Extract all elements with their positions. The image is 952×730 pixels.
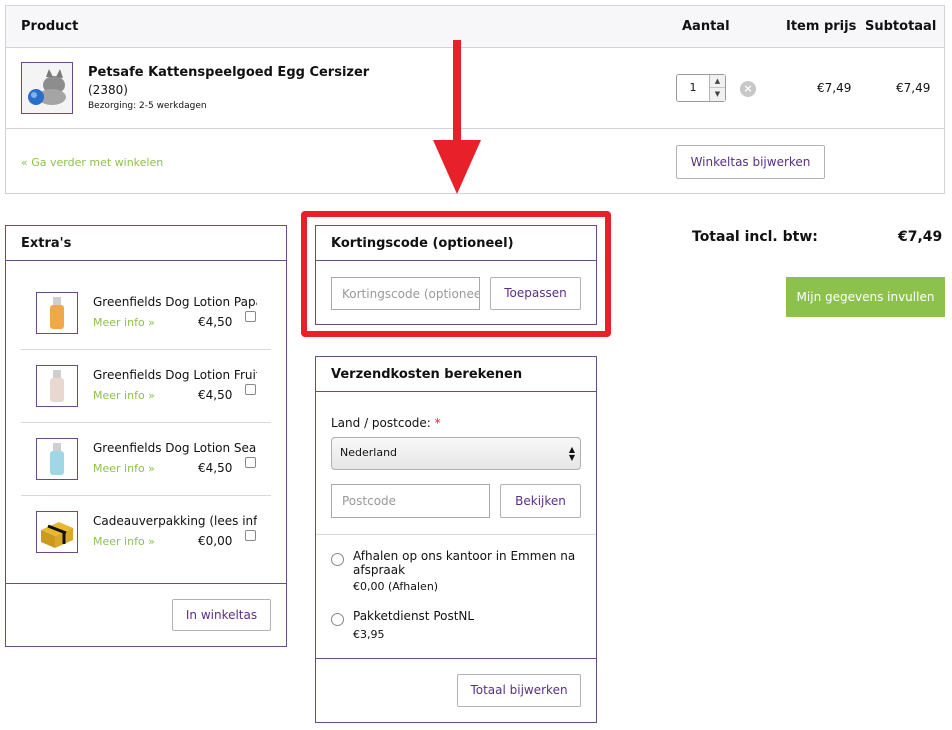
extra-checkbox[interactable] (245, 384, 256, 395)
postcode-input[interactable]: Postcode (331, 484, 490, 518)
spin-up-icon[interactable]: ▲ (710, 75, 725, 88)
extra-more-info-link[interactable]: Meer info » (93, 462, 155, 475)
total-label: Totaal incl. btw: (692, 229, 818, 245)
extra-price: €0,00 (198, 534, 233, 548)
shipping-calculator-panel: Verzendkosten berekenen Land / postcode:… (315, 356, 597, 723)
extra-price: €4,50 (198, 461, 233, 475)
extra-more-info-link[interactable]: Meer info » (93, 535, 155, 548)
extra-checkbox[interactable] (245, 311, 256, 322)
product-thumbnail[interactable] (21, 62, 73, 114)
divider (21, 495, 271, 496)
continue-shopping-link[interactable]: « Ga verder met winkelen (21, 156, 163, 169)
gift-box-image (37, 512, 77, 552)
required-mark: * (434, 416, 441, 430)
extra-name[interactable]: Greenfields Dog Lotion Fruits (93, 368, 257, 382)
cart-header-row: Product Aantal Item prijs Subtotaal (6, 6, 944, 48)
country-select[interactable]: Nederland ▲ ▼ (331, 437, 581, 470)
quantity-spinner[interactable]: ▲ ▼ (709, 75, 725, 101)
annotation-arrow-shaft (453, 40, 461, 150)
shipping-option-label[interactable]: Afhalen op ons kantoor in Emmen na afspr… (353, 549, 578, 577)
update-cart-button[interactable]: Winkeltas bijwerken (676, 145, 825, 179)
product-code: (2380) (88, 83, 128, 97)
remove-item-icon[interactable]: × (740, 81, 756, 97)
divider (316, 658, 596, 659)
extra-name[interactable]: Greenfields Dog Lotion Papaya (93, 295, 257, 309)
add-extras-to-cart-button[interactable]: In winkeltas (172, 599, 271, 631)
shipping-option-price: €3,95 (353, 628, 385, 641)
extra-checkbox[interactable] (245, 530, 256, 541)
extra-checkbox[interactable] (245, 457, 256, 468)
extra-thumbnail[interactable] (36, 365, 78, 407)
extra-thumbnail[interactable] (36, 511, 78, 553)
shipping-title: Verzendkosten berekenen (316, 357, 596, 392)
total-value: €7,49 (898, 229, 943, 245)
lotion-bottle-image (37, 366, 77, 406)
country-postcode-label: Land / postcode: * (331, 416, 441, 430)
shipping-option-label[interactable]: Pakketdienst PostNL (353, 609, 474, 623)
shipping-option-radio[interactable] (331, 613, 344, 626)
extra-name[interactable]: Greenfields Dog Lotion Sea Breeze (93, 441, 257, 455)
header-product: Product (21, 19, 79, 34)
divider (6, 583, 286, 584)
extra-more-info-link[interactable]: Meer info » (93, 389, 155, 402)
quantity-value[interactable]: 1 (677, 75, 709, 101)
extra-thumbnail[interactable] (36, 292, 78, 334)
divider (21, 349, 271, 350)
annotation-arrow-head-icon (433, 140, 481, 194)
checkout-button[interactable]: Mijn gegevens invullen (786, 277, 945, 317)
product-delivery: Bezorging: 2-5 werkdagen (88, 101, 207, 111)
lotion-bottle-image (37, 293, 77, 333)
spin-down-icon[interactable]: ▼ (710, 88, 725, 101)
select-arrows-icon: ▲ ▼ (568, 445, 575, 462)
shipping-option-radio[interactable] (331, 553, 344, 566)
update-total-button[interactable]: Totaal bijwerken (457, 674, 581, 707)
extra-thumbnail[interactable] (36, 438, 78, 480)
quantity-stepper[interactable]: 1 ▲ ▼ (676, 74, 726, 102)
extra-name[interactable]: Cadeauverpakking (lees info) (93, 514, 257, 528)
divider (6, 128, 944, 129)
header-subtotal: Subtotaal (865, 19, 937, 34)
header-item-price: Item prijs (786, 19, 857, 34)
extra-price: €4,50 (198, 388, 233, 402)
header-quantity: Aantal (682, 19, 730, 34)
shipping-option-price: €0,00 (Afhalen) (353, 580, 439, 593)
lotion-bottle-image (37, 439, 77, 479)
divider (21, 422, 271, 423)
item-subtotal: €7,49 (896, 81, 931, 95)
cat-toy-image (22, 63, 72, 113)
extras-panel: Extra's Greenfields Dog Lotion Papaya Me… (5, 225, 287, 647)
annotation-highlight-box (301, 211, 611, 337)
product-title[interactable]: Petsafe Kattenspeelgoed Egg Cersizer (88, 65, 369, 80)
divider (316, 534, 596, 535)
extra-price: €4,50 (198, 315, 233, 329)
extras-title: Extra's (6, 226, 286, 261)
item-price: €7,49 (817, 81, 852, 95)
view-shipping-button[interactable]: Bekijken (500, 484, 581, 518)
extra-more-info-link[interactable]: Meer info » (93, 316, 155, 329)
